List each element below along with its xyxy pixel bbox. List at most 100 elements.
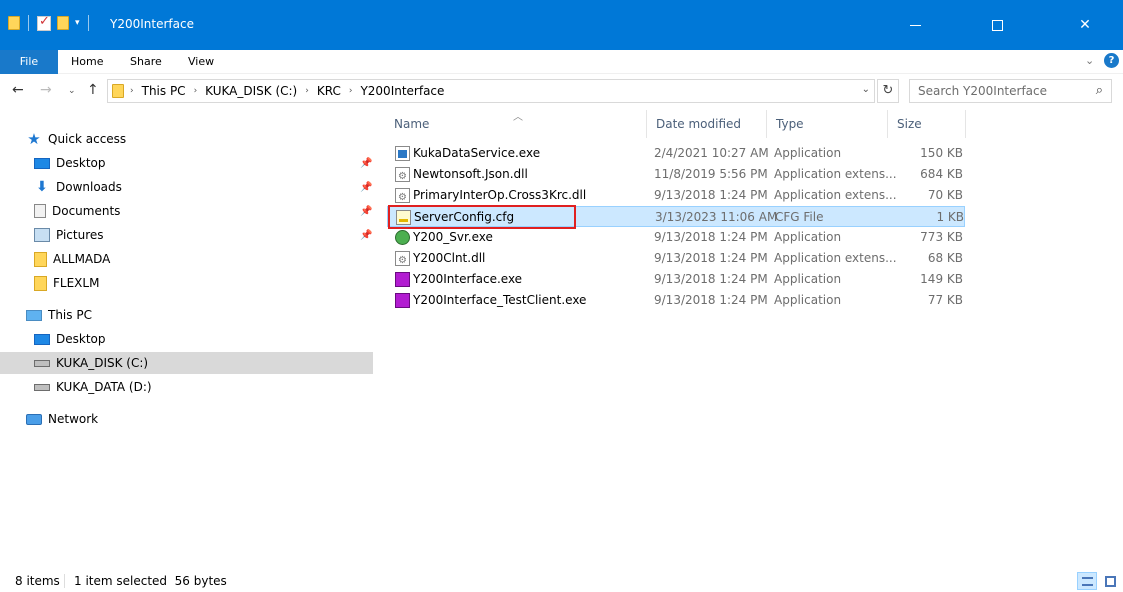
chevron-right-icon[interactable]: › xyxy=(194,86,198,96)
tab-home[interactable]: Home xyxy=(67,50,107,74)
search-input[interactable]: Search Y200Interface ⌕ xyxy=(909,79,1112,103)
table-row[interactable]: Y200Clnt.dll 9/13/2018 1:24 PM Applicati… xyxy=(387,248,965,271)
table-row[interactable]: Y200Interface.exe 9/13/2018 1:24 PM Appl… xyxy=(387,269,965,290)
maximize-icon xyxy=(991,19,1003,31)
back-arrow-icon[interactable]: ← xyxy=(12,82,24,98)
nav-item-this-pc-desktop[interactable]: Desktop xyxy=(34,328,106,350)
file-name: Newtonsoft.Json.dll xyxy=(413,167,528,181)
refresh-button[interactable]: ↻ xyxy=(877,79,899,103)
file-list: ︿ Name Date modified Type Size KukaDataS… xyxy=(385,110,1123,570)
file-size: 150 KB xyxy=(920,146,963,160)
status-bar: 8 items 1 item selected 56 bytes xyxy=(0,570,1123,592)
nav-quick-access[interactable]: ★ Quick access xyxy=(26,128,126,150)
nav-item-documents[interactable]: Documents xyxy=(34,200,120,222)
nav-label: Network xyxy=(48,412,99,426)
pin-icon[interactable]: 📌 xyxy=(360,206,372,217)
nav-this-pc[interactable]: This PC xyxy=(26,304,92,326)
column-header-type[interactable]: Type xyxy=(767,110,888,138)
app-icon xyxy=(395,293,410,308)
file-name: Y200Interface.exe xyxy=(413,272,523,286)
file-name: ServerConfig.cfg xyxy=(414,210,515,224)
breadcrumb-krc[interactable]: KRC xyxy=(317,84,341,98)
file-date: 9/13/2018 1:24 PM xyxy=(654,293,768,307)
dll-icon xyxy=(395,187,410,208)
pin-icon[interactable]: 📌 xyxy=(360,230,372,241)
nav-item-flexlm[interactable]: FLEXLM xyxy=(34,272,99,294)
file-date: 9/13/2018 1:24 PM xyxy=(654,251,768,265)
documents-icon xyxy=(34,204,46,218)
file-size: 773 KB xyxy=(920,230,963,244)
details-view-icon xyxy=(1082,577,1093,586)
table-row[interactable]: Newtonsoft.Json.dll 11/8/2019 5:56 PM Ap… xyxy=(387,164,965,187)
drive-icon xyxy=(34,359,50,367)
nav-item-desktop[interactable]: Desktop xyxy=(34,152,106,174)
breadcrumb-kuka-disk[interactable]: KUKA_DISK (C:) xyxy=(205,84,297,98)
minimize-icon xyxy=(909,24,921,26)
nav-item-kuka-data[interactable]: KUKA_DATA (D:) xyxy=(34,376,152,398)
file-type: CFG File xyxy=(775,210,824,224)
chevron-right-icon[interactable]: › xyxy=(130,86,134,96)
details-view-button[interactable] xyxy=(1077,572,1097,590)
nav-item-pictures[interactable]: Pictures xyxy=(34,224,104,246)
tab-share[interactable]: Share xyxy=(126,50,166,74)
file-type: Application extens... xyxy=(774,251,897,265)
selection-info: 1 item selected 56 bytes xyxy=(74,574,227,588)
dll-icon xyxy=(395,250,410,271)
tab-file[interactable]: File xyxy=(0,50,58,74)
file-date: 11/8/2019 5:56 PM xyxy=(654,167,768,181)
column-header-size[interactable]: Size xyxy=(888,110,966,138)
file-date: 2/4/2021 10:27 AM xyxy=(654,146,769,160)
chevron-right-icon[interactable]: › xyxy=(305,86,309,96)
customize-toolbar-dropdown-icon[interactable]: ▾ xyxy=(75,18,80,28)
nav-item-allmada[interactable]: ALLMADA xyxy=(34,248,110,270)
close-button[interactable]: ✕ xyxy=(1062,0,1108,50)
maximize-button[interactable] xyxy=(974,0,1020,50)
new-folder-icon[interactable] xyxy=(57,16,69,30)
file-type: Application xyxy=(774,146,842,160)
column-header-date-modified[interactable]: Date modified xyxy=(647,110,767,138)
computer-icon xyxy=(26,309,42,321)
desktop-icon xyxy=(34,157,50,169)
ribbon-tabs: File Home Share View ⌄ ? xyxy=(0,50,1123,74)
file-name: Y200_Svr.exe xyxy=(413,230,493,244)
table-row[interactable]: Y200_Svr.exe 9/13/2018 1:24 PM Applicati… xyxy=(387,227,965,248)
table-row[interactable]: KukaDataService.exe 2/4/2021 10:27 AM Ap… xyxy=(387,143,965,164)
file-date: 9/13/2018 1:24 PM xyxy=(654,188,768,202)
up-arrow-icon[interactable]: ↑ xyxy=(87,82,99,98)
address-bar[interactable]: › This PC › KUKA_DISK (C:) › KRC › Y200I… xyxy=(107,79,875,103)
expand-ribbon-icon[interactable]: ⌄ xyxy=(1085,54,1094,67)
file-size: 149 KB xyxy=(920,272,963,286)
table-row[interactable]: PrimaryInterOp.Cross3Krc.dll 9/13/2018 1… xyxy=(387,185,965,208)
search-icon: ⌕ xyxy=(1095,83,1103,98)
nav-item-downloads[interactable]: ⬇ Downloads xyxy=(34,176,122,198)
properties-icon[interactable] xyxy=(37,14,51,31)
folder-icon xyxy=(34,251,47,267)
nav-label: Quick access xyxy=(48,132,127,146)
file-name: KukaDataService.exe xyxy=(413,146,541,160)
large-icons-view-button[interactable] xyxy=(1100,572,1120,590)
pin-icon[interactable]: 📌 xyxy=(360,158,372,169)
forward-arrow-icon[interactable]: → xyxy=(40,82,52,98)
nav-item-kuka-disk[interactable]: KUKA_DISK (C:) xyxy=(0,352,373,374)
breadcrumb-this-pc[interactable]: This PC xyxy=(142,84,186,98)
file-date: 9/13/2018 1:24 PM xyxy=(654,230,768,244)
file-type: Application extens... xyxy=(774,188,897,202)
recent-locations-icon[interactable]: ⌄ xyxy=(68,86,76,96)
pin-icon[interactable]: 📌 xyxy=(360,182,372,193)
breadcrumb-y200interface[interactable]: Y200Interface xyxy=(360,84,444,98)
column-header-name[interactable]: Name xyxy=(385,110,647,138)
window-title: Y200Interface xyxy=(110,17,194,31)
help-icon[interactable]: ? xyxy=(1104,53,1119,68)
table-row[interactable]: Y200Interface_TestClient.exe 9/13/2018 1… xyxy=(387,290,965,311)
table-row-selected[interactable]: ServerConfig.cfg 3/13/2023 11:06 AM CFG … xyxy=(387,206,965,227)
nav-network[interactable]: Network xyxy=(26,408,98,430)
nav-label: Desktop xyxy=(56,156,106,170)
address-dropdown-icon[interactable]: ⌄ xyxy=(862,84,870,95)
file-name: PrimaryInterOp.Cross3Krc.dll xyxy=(413,188,587,202)
file-type: Application xyxy=(774,272,842,286)
chevron-right-icon[interactable]: › xyxy=(349,86,353,96)
minimize-button[interactable] xyxy=(892,0,938,50)
exe-icon xyxy=(395,146,410,161)
tab-view[interactable]: View xyxy=(184,50,218,74)
title-bar: ▾ Y200Interface ✕ xyxy=(0,0,1123,50)
